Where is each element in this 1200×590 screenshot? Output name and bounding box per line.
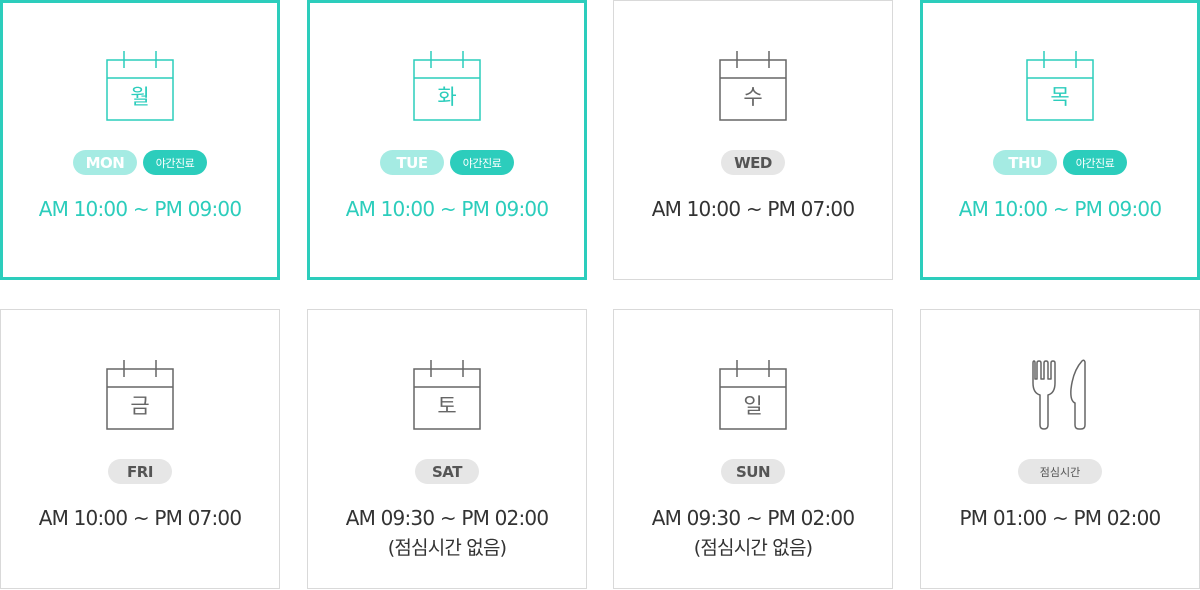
lunch-hours: PM 01:00 ~ PM 02:00	[959, 506, 1162, 530]
opening-hours: AM 10:00 ~ PM 09:00	[958, 197, 1162, 221]
day-badge: WED	[721, 150, 785, 175]
day-card-thursday: 목 THU 야간진료 AM 10:00 ~ PM 09:00	[920, 0, 1200, 280]
night-clinic-badge: 야간진료	[143, 150, 207, 175]
opening-hours: AM 10:00 ~ PM 07:00	[651, 197, 855, 221]
calendar-day-char: 화	[437, 85, 457, 109]
day-badge: SAT	[415, 459, 479, 484]
no-lunch-note: (점심시간 없음)	[387, 537, 507, 559]
day-card-monday: 월 MON 야간진료 AM 10:00 ~ PM 09:00	[0, 0, 280, 280]
calendar-day-char: 토	[437, 394, 457, 418]
calendar-icon: 월	[105, 50, 175, 122]
utensils-icon	[1025, 359, 1095, 431]
day-badge: SUN	[721, 459, 785, 484]
opening-hours: AM 10:00 ~ PM 09:00	[345, 197, 549, 221]
day-badge: TUE	[380, 150, 444, 175]
calendar-icon: 일	[718, 359, 788, 431]
night-clinic-badge: 야간진료	[1063, 150, 1127, 175]
day-card-wednesday: 수 WED AM 10:00 ~ PM 07:00	[613, 0, 893, 280]
calendar-day-char: 일	[743, 394, 763, 418]
opening-hours: AM 10:00 ~ PM 07:00	[38, 506, 242, 530]
lunch-card: 점심시간 PM 01:00 ~ PM 02:00	[920, 309, 1200, 589]
calendar-icon: 목	[1025, 50, 1095, 122]
calendar-day-char: 수	[743, 85, 763, 109]
day-card-friday: 금 FRI AM 10:00 ~ PM 07:00	[0, 309, 280, 589]
calendar-day-char: 금	[130, 394, 150, 418]
calendar-day-char: 목	[1050, 85, 1070, 109]
opening-hours: AM 09:30 ~ PM 02:00	[345, 506, 549, 530]
night-clinic-badge: 야간진료	[450, 150, 514, 175]
lunch-badge: 점심시간	[1018, 459, 1102, 484]
day-card-saturday: 토 SAT AM 09:30 ~ PM 02:00 (점심시간 없음)	[307, 309, 587, 589]
opening-hours: AM 09:30 ~ PM 02:00	[651, 506, 855, 530]
calendar-day-char: 월	[130, 85, 150, 109]
calendar-icon: 화	[412, 50, 482, 122]
day-badge: FRI	[108, 459, 172, 484]
day-badge: THU	[993, 150, 1057, 175]
calendar-icon: 금	[105, 359, 175, 431]
clinic-hours-grid: 월 MON 야간진료 AM 10:00 ~ PM 09:00 화 TUE 야간진…	[0, 0, 1200, 590]
calendar-icon: 수	[718, 50, 788, 122]
day-card-tuesday: 화 TUE 야간진료 AM 10:00 ~ PM 09:00	[307, 0, 587, 280]
calendar-icon: 토	[412, 359, 482, 431]
no-lunch-note: (점심시간 없음)	[693, 537, 813, 559]
opening-hours: AM 10:00 ~ PM 09:00	[38, 197, 242, 221]
day-badge: MON	[73, 150, 137, 175]
day-card-sunday: 일 SUN AM 09:30 ~ PM 02:00 (점심시간 없음)	[613, 309, 893, 589]
